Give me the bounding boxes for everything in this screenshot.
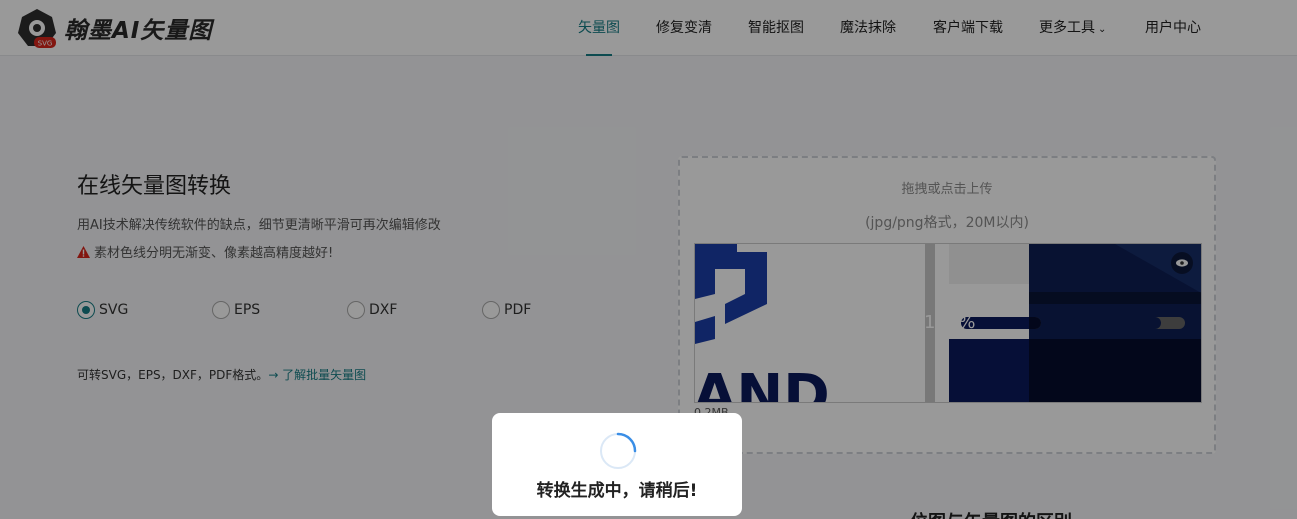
- loading-message: 转换生成中，请稍后!: [536, 481, 698, 501]
- spinner-icon: [600, 432, 637, 469]
- loading-toast: 转换生成中，请稍后!: [492, 413, 742, 516]
